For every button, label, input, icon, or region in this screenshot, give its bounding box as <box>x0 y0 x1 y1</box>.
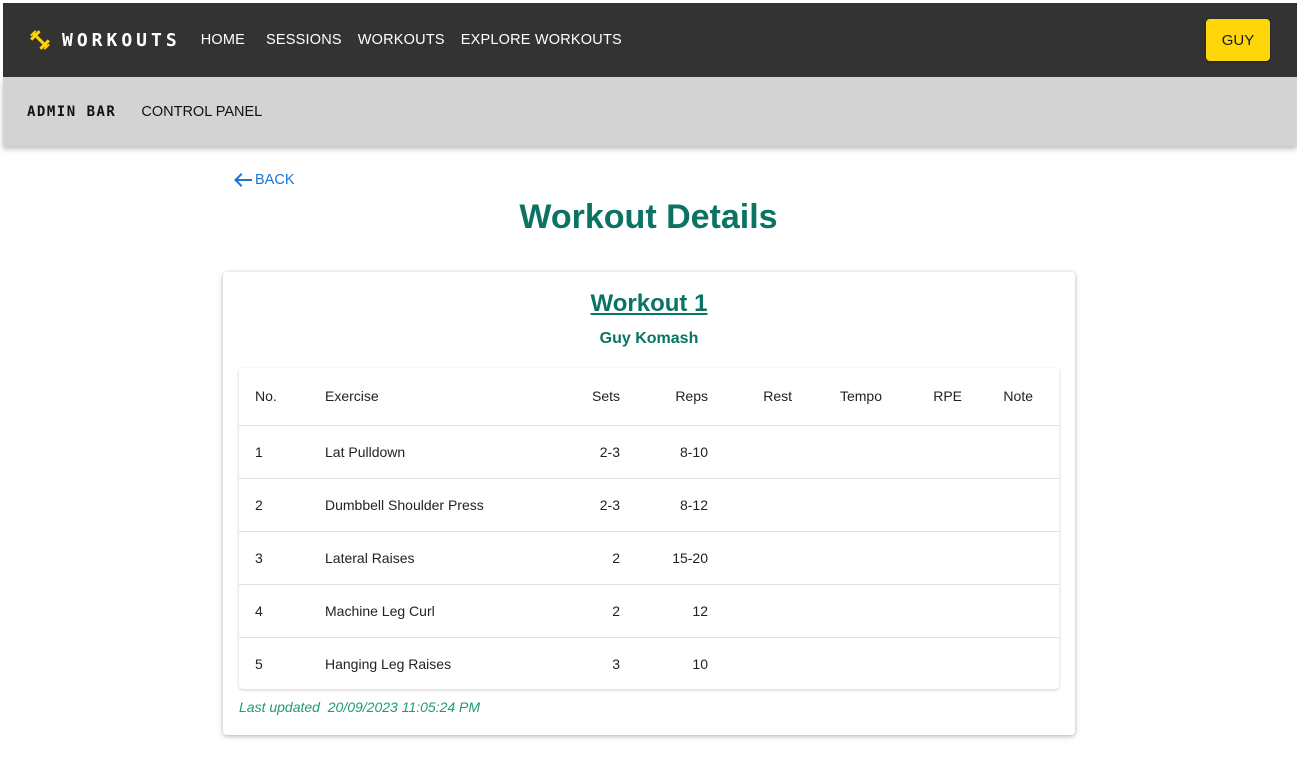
column-header-no: No. <box>239 368 325 426</box>
cell-rpe <box>882 425 962 479</box>
cell-no: 3 <box>239 531 325 585</box>
nav-workouts[interactable]: WORKOUTS <box>358 32 445 48</box>
last-updated-label: Last updated <box>239 699 320 715</box>
column-header-exercise: Exercise <box>325 368 565 426</box>
cell-exercise: Lateral Raises <box>325 531 565 585</box>
cell-sets: 2 <box>565 584 620 638</box>
table-row: 4 Machine Leg Curl 2 12 <box>239 584 1059 638</box>
cell-rest <box>708 478 792 532</box>
cell-exercise: Dumbbell Shoulder Press <box>325 478 565 532</box>
workout-owner: Guy Komash <box>599 330 699 347</box>
last-updated-value: 20/09/2023 11:05:24 PM <box>327 699 481 715</box>
cell-reps: 10 <box>692 655 708 672</box>
exercise-table: No. Exercise Sets Reps Rest Tempo RPE No… <box>239 368 1059 689</box>
page-title: Workout Details <box>519 198 778 236</box>
cell-note <box>962 531 1059 585</box>
cell-tempo <box>792 637 882 689</box>
table-row: 2 Dumbbell Shoulder Press 2-3 8-12 <box>239 478 1059 532</box>
cell-tempo <box>792 531 882 585</box>
table-header-row: No. Exercise Sets Reps Rest Tempo RPE No… <box>239 368 1059 426</box>
cell-sets: 2-3 <box>565 478 620 532</box>
cell-exercise: Hanging Leg Raises <box>325 655 452 672</box>
table-row: 1 Lat Pulldown 2-3 8-10 <box>239 425 1059 479</box>
cell-reps: 8-12 <box>620 478 708 532</box>
user-menu-button[interactable]: GUY <box>1206 19 1270 61</box>
nav-sessions[interactable]: SESSIONS <box>266 32 342 48</box>
cell-rest <box>708 425 792 479</box>
column-header-sets: Sets <box>565 368 620 426</box>
cell-rpe <box>882 531 962 585</box>
table-row: 3 Lateral Raises 2 15-20 <box>239 531 1059 585</box>
column-header-rpe: RPE <box>882 368 962 426</box>
cell-tempo <box>792 478 882 532</box>
nav-explore-workouts[interactable]: EXPLORE WORKOUTS <box>461 32 622 48</box>
dumbbell-icon <box>28 28 52 52</box>
column-header-tempo: Tempo <box>792 368 882 426</box>
control-panel-link[interactable]: CONTROL PANEL <box>141 104 262 120</box>
exercise-table-container: No. Exercise Sets Reps Rest Tempo RPE No… <box>239 368 1059 689</box>
back-label: BACK <box>255 172 295 188</box>
cell-no: 2 <box>239 478 325 532</box>
workout-card: Workout 1 Guy Komash No. Exercise Sets R… <box>223 272 1075 735</box>
cell-rest <box>708 584 792 638</box>
cell-tempo <box>792 584 882 638</box>
cell-reps: 12 <box>620 584 708 638</box>
brand[interactable]: WORKOUTS <box>28 28 181 52</box>
cell-sets: 3 <box>612 655 620 672</box>
top-navbar: WORKOUTS HOME SESSIONS WORKOUTS EXPLORE … <box>3 3 1297 77</box>
cell-sets: 2 <box>565 531 620 585</box>
page: WORKOUTS HOME SESSIONS WORKOUTS EXPLORE … <box>0 0 1297 766</box>
cell-rpe <box>882 478 962 532</box>
cell-reps: 8-10 <box>620 425 708 479</box>
back-link[interactable]: BACK <box>233 172 295 188</box>
admin-bar-title: ADMIN BAR <box>27 103 117 120</box>
column-header-rest: Rest <box>708 368 792 426</box>
last-updated: Last updated 20/09/2023 11:05:24 PM <box>239 699 480 715</box>
cell-no: 5 <box>255 655 263 672</box>
main-nav: HOME SESSIONS WORKOUTS EXPLORE WORKOUTS <box>201 32 638 48</box>
cell-note <box>962 425 1059 479</box>
nav-home[interactable]: HOME <box>201 32 245 48</box>
cell-exercise: Lat Pulldown <box>325 425 565 479</box>
brand-title: WORKOUTS <box>62 29 181 51</box>
cell-note <box>962 584 1059 638</box>
cell-note <box>962 478 1059 532</box>
table-row: 5 Hanging Leg Raises 3 10 <box>239 637 1059 689</box>
column-header-reps: Reps <box>620 368 708 426</box>
cell-sets: 2-3 <box>565 425 620 479</box>
cell-note <box>962 637 1059 689</box>
cell-rest <box>708 637 792 689</box>
arrow-left-icon <box>234 173 252 187</box>
cell-rpe <box>882 584 962 638</box>
cell-tempo <box>792 425 882 479</box>
cell-no: 4 <box>239 584 325 638</box>
cell-reps: 15-20 <box>620 531 708 585</box>
cell-rest <box>708 531 792 585</box>
column-header-note: Note <box>962 368 1059 426</box>
cell-rpe <box>882 637 962 689</box>
admin-bar: ADMIN BAR CONTROL PANEL <box>3 77 1297 146</box>
workout-title[interactable]: Workout 1 <box>223 290 1075 318</box>
cell-exercise: Machine Leg Curl <box>325 584 565 638</box>
cell-no: 1 <box>239 425 325 479</box>
